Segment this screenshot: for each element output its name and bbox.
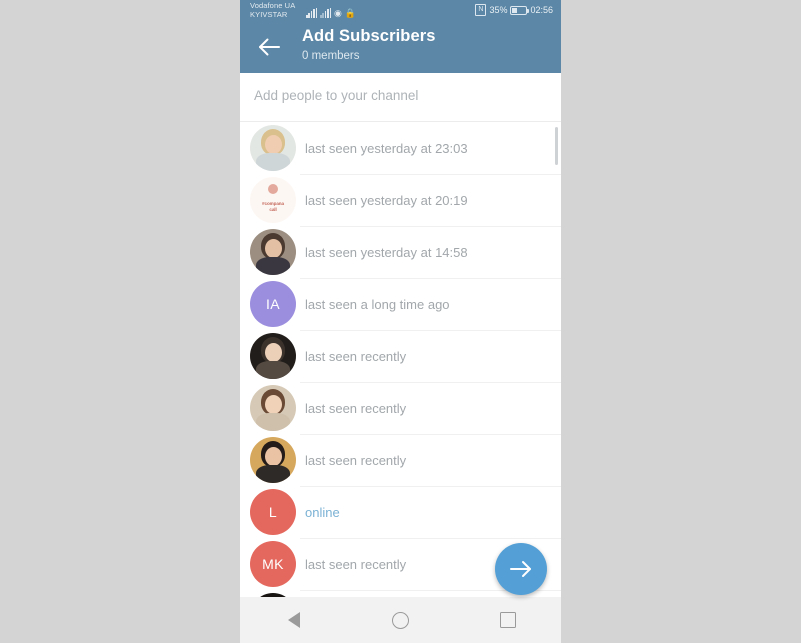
member-count-label: 0 members	[302, 50, 360, 62]
battery-percent-label: 35%	[489, 5, 508, 15]
contact-status: last seen yesterday at 23:03	[305, 140, 468, 156]
status-icons: ◉ 🔒	[306, 4, 356, 18]
contact-row[interactable]: last seen recently	[240, 434, 561, 486]
back-arrow-icon[interactable]	[252, 30, 286, 64]
back-nav-button[interactable]	[271, 597, 317, 643]
recents-nav-button[interactable]	[485, 597, 531, 643]
avatar-initials: MK	[250, 541, 296, 587]
avatar: #compana call	[250, 177, 296, 223]
contact-row[interactable]: Lonline	[240, 486, 561, 538]
avatar	[250, 437, 296, 483]
status-right: N 35% 02:56	[475, 4, 553, 16]
next-fab-button[interactable]	[495, 543, 547, 595]
avatar	[250, 125, 296, 171]
battery-icon	[510, 5, 530, 15]
triangle-back-icon	[287, 612, 300, 628]
avatar-photo	[250, 125, 296, 171]
avatar-initials: L	[250, 489, 296, 535]
lock-icon: 🔒	[344, 8, 357, 18]
avatar	[250, 229, 296, 275]
avatar-photo	[250, 229, 296, 275]
phone-screen: Vodafone UA KYIVSTAR ◉ 🔒 N 35% 02:56 Add…	[240, 0, 561, 643]
carrier-label: Vodafone UA KYIVSTAR	[250, 1, 295, 19]
contact-row[interactable]: last seen recently	[240, 330, 561, 382]
sync-icon: ◉	[334, 8, 342, 18]
contact-status: online	[305, 504, 340, 520]
list-scrollbar[interactable]	[555, 127, 558, 165]
home-nav-button[interactable]	[378, 597, 424, 643]
contact-status: last seen recently	[305, 556, 407, 572]
nfc-icon: N	[475, 4, 487, 16]
avatar-photo	[250, 437, 296, 483]
contact-list[interactable]: last seen yesterday at 23:03 #compana call…	[240, 122, 561, 598]
status-bar: Vodafone UA KYIVSTAR ◉ 🔒 N 35% 02:56	[240, 0, 561, 22]
contact-row[interactable]: last seen recently	[240, 382, 561, 434]
contact-status: last seen yesterday at 20:19	[305, 192, 468, 208]
contact-status: last seen yesterday at 14:58	[305, 244, 468, 260]
carrier-line-2: KYIVSTAR	[250, 10, 288, 19]
avatar-initials: IA	[250, 281, 296, 327]
contact-row[interactable]: last seen yesterday at 14:58	[240, 226, 561, 278]
contact-status: last seen recently	[305, 400, 407, 416]
avatar	[250, 385, 296, 431]
avatar-photo: #compana call	[250, 177, 296, 223]
carrier-line-1: Vodafone UA	[250, 1, 296, 10]
avatar-badge-line-2: call	[269, 207, 277, 212]
avatar-photo	[250, 333, 296, 379]
app-bar-titles: Add Subscribers 0 members	[302, 25, 436, 64]
avatar	[250, 333, 296, 379]
page-title: Add Subscribers	[302, 27, 436, 45]
arrow-right-icon	[510, 561, 531, 577]
signal-bars-icon-2	[320, 8, 332, 18]
search-input[interactable]	[252, 87, 547, 104]
square-recents-icon	[499, 612, 516, 628]
contact-row[interactable]: last seen yesterday at 23:03	[240, 122, 561, 174]
contact-status: last seen recently	[305, 452, 407, 468]
clock-label: 02:56	[530, 5, 553, 15]
contact-status: last seen a long time ago	[305, 296, 450, 312]
circle-home-icon	[392, 611, 409, 629]
contact-row[interactable]: IA last seen a long time ago	[240, 278, 561, 330]
avatar-photo	[250, 385, 296, 431]
system-nav-bar	[240, 597, 561, 643]
avatar-badge-line-1: #compana	[262, 201, 284, 206]
search-bar	[240, 73, 561, 122]
contact-status: last seen recently	[305, 348, 407, 364]
app-bar: Add Subscribers 0 members	[240, 22, 561, 73]
contact-row[interactable]: #compana call last seen yesterday at 20:19	[240, 174, 561, 226]
signal-bars-icon	[306, 8, 318, 18]
